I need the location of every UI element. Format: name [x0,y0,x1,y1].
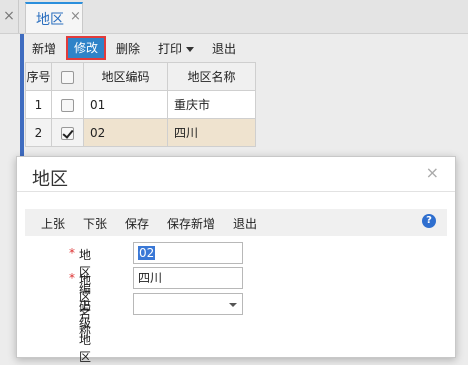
row-code[interactable]: 02 [83,118,168,147]
header-code[interactable]: 地区编码 [83,62,168,91]
required-mark: * [69,271,75,285]
tab-region[interactable]: 地区 × [25,2,83,33]
chevron-down-icon[interactable] [229,303,237,307]
required-mark: * [69,246,75,260]
header-select-all[interactable] [51,62,84,91]
close-icon[interactable]: × [426,163,439,182]
print-button[interactable]: 打印 [158,40,195,57]
code-value: 02 [138,246,156,260]
parent-label: 上级地区 [79,299,92,364]
code-field[interactable]: 02 [133,242,243,264]
row-select[interactable] [51,90,84,119]
print-label: 打印 [158,42,183,56]
row-name[interactable]: 重庆市 [167,90,256,119]
row-name[interactable]: 四川 [167,118,256,147]
help-icon[interactable]: ? [422,214,436,228]
delete-button[interactable]: 删除 [116,40,140,57]
row-select[interactable] [51,118,84,147]
name-field[interactable]: 四川 [133,267,243,289]
save-button[interactable]: 保存 [125,215,149,232]
divider [17,191,455,192]
main-toolbar: 新增 修改 删除 打印 退出 [24,34,468,62]
row-code[interactable]: 01 [83,90,168,119]
chevron-down-icon [186,47,195,52]
header-index: 序号 [25,62,52,91]
dialog-exit-button[interactable]: 退出 [233,215,257,232]
add-button[interactable]: 新增 [32,40,56,57]
exit-button[interactable]: 退出 [212,40,236,57]
checkbox-icon[interactable] [61,98,74,112]
checkbox-checked-icon[interactable] [61,126,74,140]
table-row[interactable]: 2 02 四川 [25,118,256,147]
prev-button[interactable]: 上张 [41,215,65,232]
dialog-title: 地区 [32,169,68,190]
checkbox-icon[interactable] [61,70,74,84]
region-dialog: 地区 × 上张 下张 保存 保存新增 退出 ? * 地区编码 02 * 地区名称… [16,156,456,364]
header-name[interactable]: 地区名称 [167,62,256,91]
next-button[interactable]: 下张 [83,215,107,232]
region-table: 序号 地区编码 地区名称 1 01 重庆市 2 02 四川 [25,62,256,147]
parent-select[interactable] [133,293,243,315]
close-icon[interactable]: × [0,0,19,33]
dialog-toolbar: 上张 下张 保存 保存新增 退出 ? [25,209,447,236]
tab-strip: × 地区 × [0,0,468,34]
table-header-row: 序号 地区编码 地区名称 [25,62,256,91]
row-index: 2 [25,118,52,147]
close-icon[interactable]: × [70,9,81,24]
save-new-button[interactable]: 保存新增 [167,215,215,232]
row-index: 1 [25,90,52,119]
tab-label: 地区 [36,12,64,28]
modify-button[interactable]: 修改 [66,36,106,60]
table-row[interactable]: 1 01 重庆市 [25,90,256,119]
